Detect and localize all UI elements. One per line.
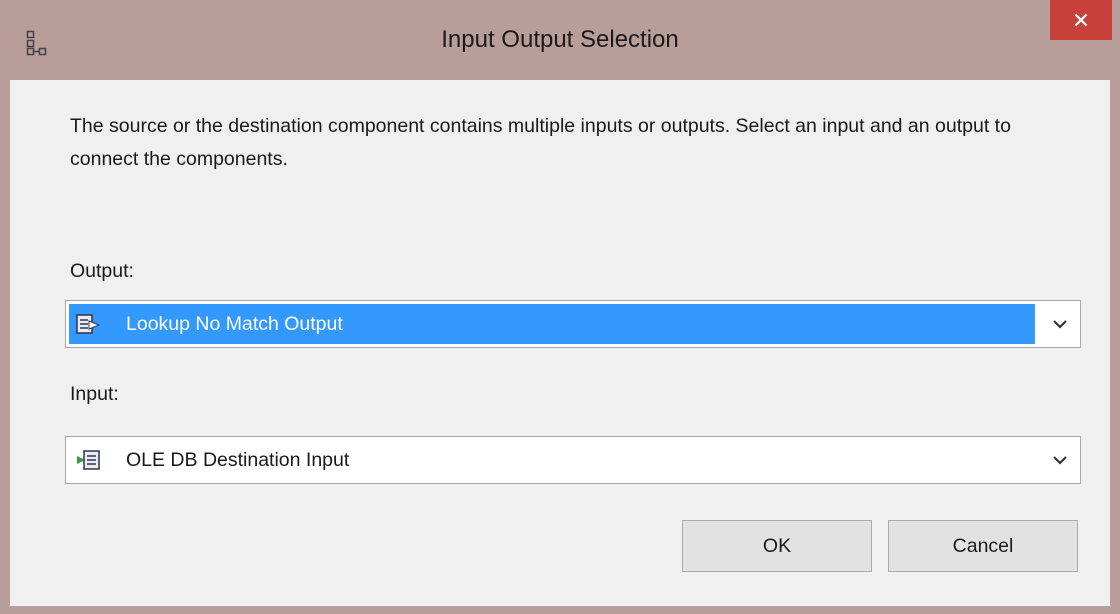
output-selection: Lookup No Match Output [69, 304, 1035, 344]
instruction-text: The source or the destination component … [70, 115, 1011, 170]
output-dropdown[interactable]: Lookup No Match Output [65, 300, 1081, 348]
input-label: Input: [70, 383, 119, 405]
output-selected-value: Lookup No Match Output [126, 313, 343, 335]
dialog-window: Input Output Selection The source or the… [0, 0, 1120, 614]
window-title: Input Output Selection [441, 26, 679, 53]
input-selection: OLE DB Destination Input [69, 440, 1035, 480]
chevron-down-icon[interactable] [1052, 453, 1068, 467]
title-bar[interactable]: Input Output Selection [0, 0, 1120, 80]
close-icon [1074, 13, 1088, 27]
chevron-down-icon[interactable] [1052, 317, 1068, 331]
input-dropdown[interactable]: OLE DB Destination Input [65, 436, 1081, 484]
ok-button[interactable]: OK [682, 520, 872, 572]
dialog-body: The source or the destination component … [10, 80, 1110, 606]
close-button[interactable] [1050, 0, 1112, 40]
input-selected-value: OLE DB Destination Input [126, 449, 350, 471]
output-path-icon [76, 314, 100, 334]
cancel-button[interactable]: Cancel [888, 520, 1078, 572]
output-label: Output: [70, 260, 134, 282]
input-path-icon [77, 450, 100, 470]
